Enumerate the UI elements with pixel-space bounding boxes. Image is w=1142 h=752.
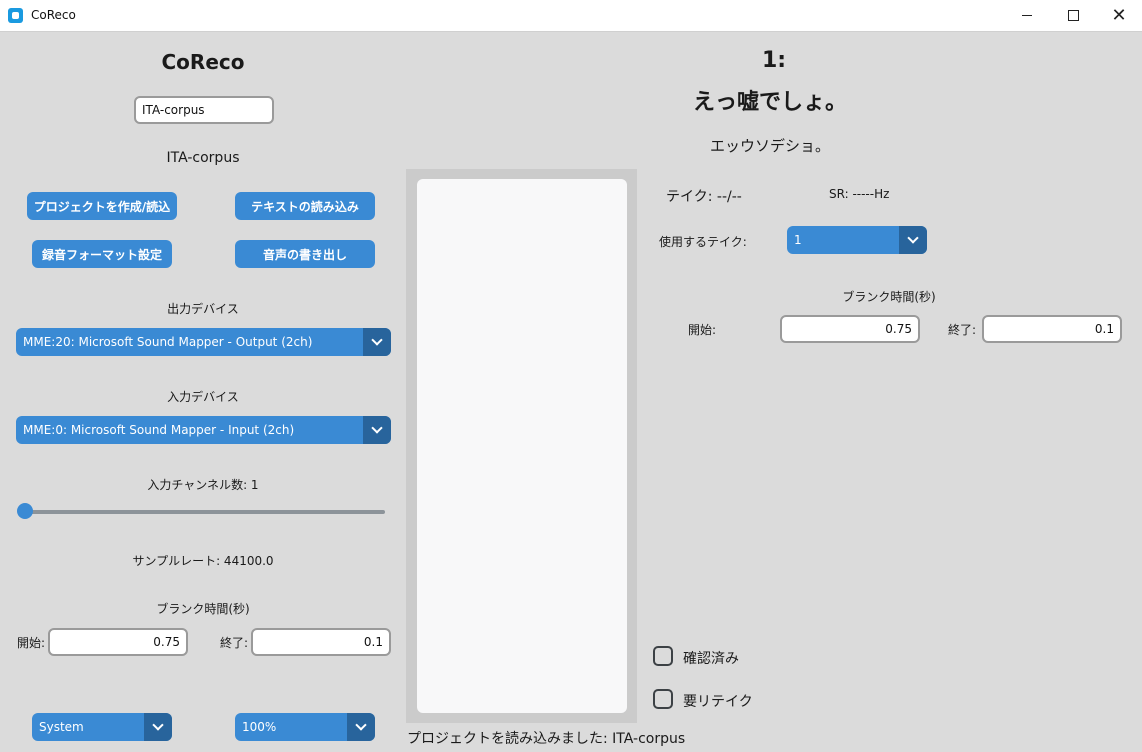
chevron-down-icon[interactable] bbox=[363, 328, 391, 356]
blank-time-label: ブランク時間(秒) bbox=[156, 602, 250, 616]
chevron-down-icon[interactable] bbox=[899, 226, 927, 254]
waveform-canvas[interactable] bbox=[417, 179, 627, 713]
sample-rate-readout: SR: -----Hz bbox=[829, 187, 890, 201]
right-blank-start-input[interactable]: 0.75 bbox=[780, 315, 920, 343]
use-take-label: 使用するテイク: bbox=[659, 235, 747, 249]
use-take-select[interactable]: 1 bbox=[787, 226, 927, 254]
app-icon bbox=[8, 8, 23, 23]
scale-value: 100% bbox=[242, 720, 277, 734]
checked-label: 確認済み bbox=[683, 651, 739, 667]
theme-select[interactable]: System bbox=[32, 713, 172, 741]
use-take-value: 1 bbox=[794, 233, 802, 247]
chevron-down-icon[interactable] bbox=[347, 713, 375, 741]
close-icon[interactable]: ✕ bbox=[1096, 0, 1142, 31]
channel-slider-track[interactable] bbox=[24, 510, 385, 514]
record-format-button[interactable]: 録音フォーマット設定 bbox=[32, 240, 172, 268]
sentence-number: 1: bbox=[761, 48, 787, 73]
take-counter: テイク: --/-- bbox=[666, 189, 742, 205]
maximize-icon[interactable] bbox=[1050, 0, 1096, 31]
input-device-value: MME:0: Microsoft Sound Mapper - Input (2… bbox=[23, 423, 295, 437]
right-blank-time-label: ブランク時間(秒) bbox=[842, 290, 936, 304]
sentence-text: えっ嘘でしょ。 bbox=[692, 90, 847, 115]
blank-end-input[interactable]: 0.1 bbox=[251, 628, 391, 656]
export-audio-button[interactable]: 音声の書き出し bbox=[235, 240, 375, 268]
right-blank-end-input[interactable]: 0.1 bbox=[982, 315, 1122, 343]
load-text-button[interactable]: テキストの読み込み bbox=[235, 192, 375, 220]
project-name-label: ITA-corpus bbox=[166, 150, 240, 166]
chevron-down-icon[interactable] bbox=[144, 713, 172, 741]
channel-slider-thumb[interactable] bbox=[17, 503, 33, 519]
chevron-down-icon[interactable] bbox=[363, 416, 391, 444]
retake-label: 要リテイク bbox=[683, 694, 753, 710]
blank-end-label: 終了: bbox=[220, 636, 249, 650]
sample-rate-label: サンプルレート: 44100.0 bbox=[132, 554, 274, 568]
app-heading: CoReco bbox=[161, 50, 245, 74]
minimize-icon[interactable] bbox=[1004, 0, 1050, 31]
right-blank-end-label: 終了: bbox=[948, 323, 977, 337]
sentence-reading: エッウソデショ。 bbox=[709, 137, 830, 155]
title-bar bbox=[0, 0, 1142, 32]
theme-value: System bbox=[39, 720, 84, 734]
create-load-project-button[interactable]: プロジェクトを作成/読込 bbox=[27, 192, 177, 220]
output-device-value: MME:20: Microsoft Sound Mapper - Output … bbox=[23, 335, 313, 349]
status-message: プロジェクトを読み込みました: ITA-corpus bbox=[407, 731, 686, 747]
output-device-label: 出力デバイス bbox=[167, 302, 239, 316]
scale-select[interactable]: 100% bbox=[235, 713, 375, 741]
project-name-input[interactable]: ITA-corpus bbox=[134, 96, 274, 124]
window-title: CoReco bbox=[31, 8, 76, 22]
right-blank-start-label: 開始: bbox=[688, 323, 717, 337]
input-device-label: 入力デバイス bbox=[167, 390, 239, 404]
checked-checkbox[interactable] bbox=[653, 646, 673, 666]
blank-start-label: 開始: bbox=[17, 636, 46, 650]
blank-start-input[interactable]: 0.75 bbox=[48, 628, 188, 656]
input-channels-label: 入力チャンネル数: 1 bbox=[147, 478, 259, 492]
input-device-select[interactable]: MME:0: Microsoft Sound Mapper - Input (2… bbox=[16, 416, 391, 444]
retake-checkbox[interactable] bbox=[653, 689, 673, 709]
output-device-select[interactable]: MME:20: Microsoft Sound Mapper - Output … bbox=[16, 328, 391, 356]
